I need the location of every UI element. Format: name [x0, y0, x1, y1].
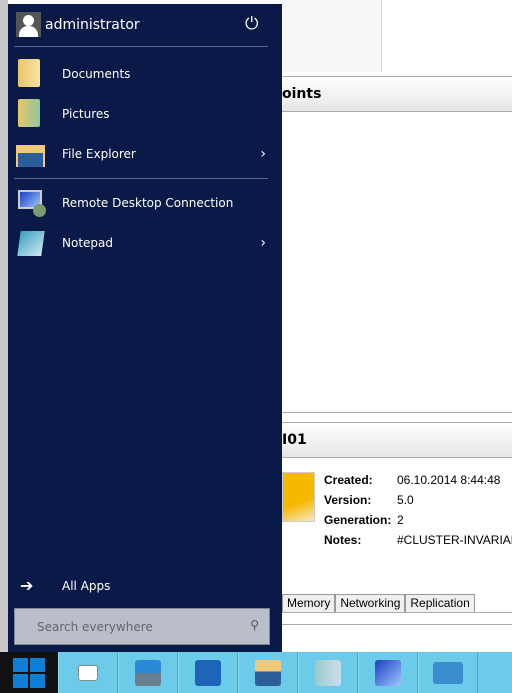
arrow-right-icon: ➔: [20, 576, 34, 595]
pictures-folder-icon: [16, 99, 46, 129]
divider: [14, 46, 268, 47]
tab-networking[interactable]: Networking: [335, 594, 406, 612]
avatar: [16, 12, 41, 37]
task-view-button[interactable]: [58, 652, 118, 693]
top-pane: [282, 0, 382, 72]
powershell-ise-button[interactable]: [418, 652, 478, 693]
prop-label: Generation:: [324, 513, 392, 527]
start-button[interactable]: [0, 652, 58, 693]
window-edge: [0, 0, 8, 652]
divider: [282, 624, 512, 625]
hyper-v-manager-icon: [315, 659, 341, 686]
task-view-icon: [78, 664, 98, 681]
search-placeholder: Search everywhere: [37, 620, 153, 634]
power-icon[interactable]: ⏻: [245, 14, 258, 34]
prop-value: 06.10.2014 8:44:48: [397, 473, 501, 487]
network-computer-button[interactable]: [358, 652, 418, 693]
all-apps-button[interactable]: ➔ All Apps: [16, 568, 266, 604]
powershell-button[interactable]: [178, 652, 238, 693]
file-explorer-button[interactable]: [238, 652, 298, 693]
menu-item-label: Pictures: [62, 107, 110, 121]
windows-logo-icon: [13, 657, 45, 688]
prop-label: Version:: [324, 493, 372, 507]
vm-tabs: Memory Networking Replication: [282, 594, 475, 612]
remote-desktop-icon: [16, 188, 46, 218]
menu-item-label: Documents: [62, 67, 131, 81]
hyper-v-manager-button[interactable]: [298, 652, 358, 693]
user-name: administrator: [45, 16, 140, 33]
menu-item-label: Notepad: [62, 236, 113, 250]
prop-label: Notes:: [324, 533, 362, 547]
notepad-icon: [16, 228, 46, 258]
tab-replication[interactable]: Replication: [405, 594, 475, 612]
file-explorer-icon: [16, 139, 46, 169]
user-account[interactable]: administrator: [16, 12, 140, 37]
menu-item-documents[interactable]: Documents: [16, 56, 266, 92]
menu-item-file-explorer[interactable]: File Explorer ›: [16, 136, 266, 172]
divider: [14, 178, 268, 179]
taskbar: [0, 652, 512, 693]
chevron-right-icon[interactable]: ›: [260, 235, 266, 251]
vm-thumbnail[interactable]: [282, 472, 315, 522]
prop-value: #CLUSTER-INVARIANT: [397, 533, 512, 547]
server-manager-button[interactable]: [118, 652, 178, 693]
tab-memory[interactable]: Memory: [282, 594, 336, 612]
checkpoints-header: oints: [282, 76, 512, 112]
powershell-ise-icon: [433, 661, 463, 684]
all-apps-label: All Apps: [62, 579, 111, 593]
chevron-right-icon[interactable]: ›: [260, 146, 266, 162]
vm-header: I01: [282, 422, 512, 458]
menu-item-remote-desktop[interactable]: Remote Desktop Connection: [16, 185, 266, 221]
file-explorer-icon: [255, 659, 281, 686]
vm-properties: Created: 06.10.2014 8:44:48 Version: 5.0 G…: [324, 470, 512, 550]
divider: [282, 612, 512, 613]
search-icon[interactable]: ⚲: [250, 618, 259, 632]
menu-item-label: Remote Desktop Connection: [62, 196, 234, 210]
server-manager-icon: [135, 659, 161, 686]
menu-item-label: File Explorer: [62, 147, 136, 161]
documents-folder-icon: [16, 59, 46, 89]
prop-value: 5.0: [397, 493, 414, 507]
menu-item-notepad[interactable]: Notepad ›: [16, 225, 266, 261]
divider: [282, 412, 512, 413]
prop-value: 2: [397, 513, 404, 527]
search-input[interactable]: Search everywhere ⚲: [14, 608, 270, 645]
prop-label: Created:: [324, 473, 373, 487]
menu-item-pictures[interactable]: Pictures: [16, 96, 266, 132]
start-menu: administrator ⏻ Documents Pictures File …: [8, 4, 282, 652]
network-computer-icon: [375, 659, 401, 686]
powershell-icon: [195, 659, 221, 686]
